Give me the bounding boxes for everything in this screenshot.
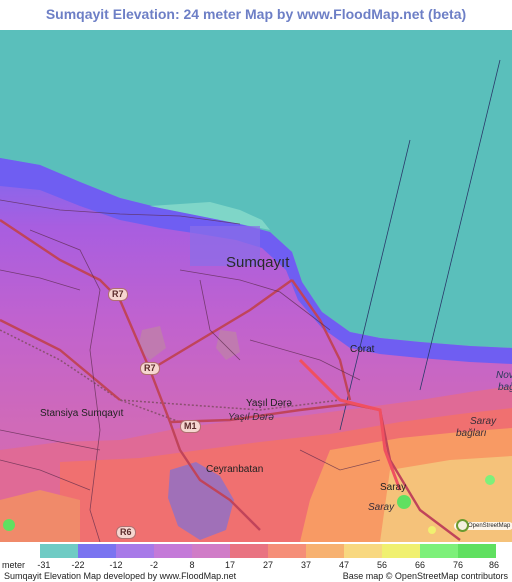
legend-tick-label: 66 xyxy=(414,560,426,570)
elevation-map[interactable]: Sumqayıt Corat Stansiya Sumqayıt Yaşıl D… xyxy=(0,30,512,542)
legend-swatch xyxy=(154,544,192,558)
road-shield-r7-south: R7 xyxy=(140,362,160,375)
legend-swatch xyxy=(344,544,382,558)
legend-swatch xyxy=(78,544,116,558)
legend-swatch xyxy=(192,544,230,558)
legend-swatch xyxy=(40,544,78,558)
legend-swatch xyxy=(306,544,344,558)
legend-tick-label: 76 xyxy=(452,560,464,570)
legend-tick-label: -2 xyxy=(149,560,159,570)
green-patch-saray xyxy=(397,495,411,509)
osm-magnifier-icon xyxy=(456,519,469,532)
road-shield-r6: R6 xyxy=(116,526,136,539)
label-sumqayit: Sumqayıt xyxy=(226,254,290,271)
elevation-legend: meter -31 -22 -12 -2 8 17 27 37 47 56 66 76 86 Sumqa… xyxy=(0,542,512,582)
legend-swatch xyxy=(382,544,420,558)
west-orange xyxy=(0,490,80,542)
label-yasil-dara: Yaşıl Dərə xyxy=(246,398,292,409)
legend-tick-label: -22 xyxy=(71,560,85,570)
legend-tick-label: 56 xyxy=(376,560,388,570)
credit-osm[interactable]: Base map © OpenStreetMap contributors xyxy=(343,571,508,581)
legend-swatch xyxy=(458,544,496,558)
legend-swatch xyxy=(230,544,268,558)
green-patch-west xyxy=(3,519,15,531)
road-shield-r7-north: R7 xyxy=(108,288,128,301)
legend-swatch xyxy=(116,544,154,558)
legend-tick-label: 8 xyxy=(189,560,195,570)
label-saray-baglari: Saray xyxy=(470,416,497,427)
legend-swatch xyxy=(268,544,306,558)
label-saray-italic: Saray xyxy=(368,502,395,513)
legend-swatch xyxy=(420,544,458,558)
credit-floodmap[interactable]: Sumqayit Elevation Map developed by www.… xyxy=(4,571,236,581)
legend-tick-label: 86 xyxy=(488,560,500,570)
yellow-patch xyxy=(428,526,436,534)
label-bag-edge: bağ xyxy=(498,382,512,393)
page-title: Sumqayit Elevation: 24 meter Map by www.… xyxy=(45,6,467,22)
label-stansiya-sumqayit: Stansiya Sumqayıt xyxy=(40,408,124,419)
label-saray-baglari-2: bağları xyxy=(456,428,487,439)
label-yasil-dara-italic: Yaşıl Dərə xyxy=(228,412,274,423)
label-nov-edge: Nov xyxy=(496,370,512,381)
osm-badge-label: OpenStreetMap xyxy=(468,523,511,529)
label-corat: Corat xyxy=(350,344,375,355)
osm-logo-badge[interactable]: OpenStreetMap xyxy=(454,519,512,532)
legend-swatches xyxy=(40,544,496,558)
legend-tick-label: 37 xyxy=(300,560,312,570)
legend-tick-label: 27 xyxy=(262,560,274,570)
legend-tick-label: 17 xyxy=(224,560,236,570)
legend-tick-label: -12 xyxy=(109,560,123,570)
green-patch-east xyxy=(485,475,495,485)
legend-tick-label: 47 xyxy=(338,560,350,570)
flood-map-page: Sumqayit Elevation: 24 meter Map by www.… xyxy=(0,0,512,582)
title-bar: Sumqayit Elevation: 24 meter Map by www.… xyxy=(0,0,512,30)
label-ceyranbatan: Ceyranbatan xyxy=(206,464,264,475)
legend-tick-label: -31 xyxy=(37,560,51,570)
road-shield-m1: M1 xyxy=(180,420,201,433)
label-saray: Saray xyxy=(380,482,407,493)
